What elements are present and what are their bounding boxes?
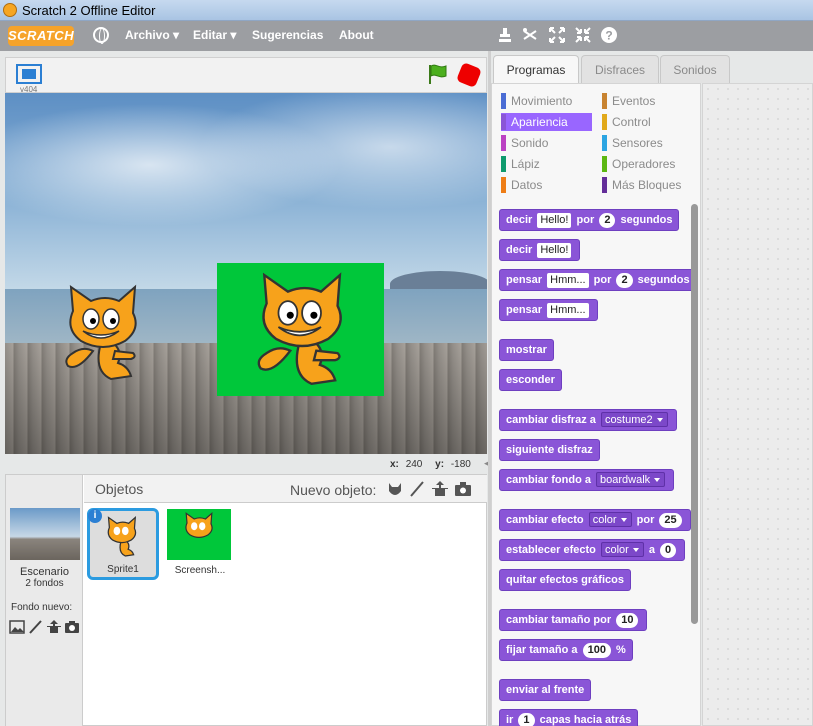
new-backdrop-label: Fondo nuevo: [11, 602, 73, 613]
delete-scissors-icon[interactable] [521, 26, 539, 44]
block-establecer-efecto[interactable]: establecer efecto color a 0 [499, 539, 686, 561]
objects-title: Objetos [95, 481, 144, 497]
stage-header: v404 [5, 57, 487, 94]
block-esconder[interactable]: esconder [499, 369, 562, 391]
block-siguiente-disfraz[interactable]: siguiente disfraz [499, 439, 600, 461]
duplicate-stamp-icon[interactable] [496, 26, 514, 44]
help-icon[interactable]: ? [600, 26, 618, 44]
block-pensar-por[interactable]: pensar Hmm... por 2 segundos [499, 269, 697, 291]
block-cambiar-efecto[interactable]: cambiar efecto color por 25 [499, 509, 691, 531]
presentation-mode-icon[interactable] [16, 64, 42, 84]
category-operadores[interactable]: Operadores [602, 155, 692, 173]
category-mas-bloques[interactable]: Más Bloques [602, 176, 697, 194]
sprite-thumb-screenshot[interactable]: Screensh... [164, 508, 236, 580]
sprite1-cat-image [107, 516, 137, 557]
block-decir-por[interactable]: decir Hello! por 2 segundos [499, 209, 680, 231]
sky-clouds [5, 93, 487, 273]
camera-sprite-icon[interactable] [454, 481, 472, 497]
menu-archivo[interactable]: Archivo ▾ [125, 28, 179, 42]
svg-text:?: ? [605, 29, 612, 43]
paint-backdrop-icon[interactable] [28, 620, 44, 634]
title-bar: Scratch 2 Offline Editor [0, 0, 813, 21]
block-mostrar[interactable]: mostrar [499, 339, 554, 361]
mouse-coordinates: x: 240 y: -180 [390, 459, 471, 470]
sprite-name: Screensh... [174, 565, 226, 576]
category-apariencia[interactable]: Apariencia [501, 113, 592, 131]
block-quitar-efectos[interactable]: quitar efectos gráficos [499, 569, 631, 591]
menu-about[interactable]: About [339, 28, 374, 42]
stage-canvas[interactable] [5, 93, 487, 454]
info-icon[interactable]: i [88, 509, 102, 523]
cat-sprite-large [257, 272, 342, 386]
category-sensores[interactable]: Sensores [602, 134, 692, 152]
stage-label: Escenario [20, 566, 69, 578]
mouse-x: 240 [405, 459, 423, 470]
mouse-y: -180 [450, 459, 471, 470]
block-cambiar-disfraz[interactable]: cambiar disfraz a costume2 [499, 409, 677, 431]
shrink-icon[interactable] [574, 26, 592, 44]
language-globe-icon[interactable] [93, 27, 109, 44]
scratch-logo[interactable]: SCRATCH [8, 26, 74, 46]
stop-button[interactable] [455, 61, 483, 89]
stage-backdrop-count: 2 fondos [25, 578, 64, 589]
camera-backdrop-icon[interactable] [64, 620, 80, 634]
palette-scrollbar[interactable] [691, 204, 698, 624]
upload-sprite-icon[interactable] [431, 481, 449, 497]
screenshot-cat-image [185, 511, 213, 538]
stage-column: Escenario 2 fondos Fondo nuevo: [6, 475, 83, 726]
tab-sonidos[interactable]: Sonidos [660, 55, 730, 83]
green-flag-icon[interactable] [426, 63, 448, 85]
block-enviar-al-frente[interactable]: enviar al frente [499, 679, 592, 701]
category-datos[interactable]: Datos [501, 176, 591, 194]
backdrop-library-icon[interactable] [9, 620, 25, 634]
category-control[interactable]: Control [602, 113, 692, 131]
upload-backdrop-icon[interactable] [46, 620, 62, 634]
sprite-thumb-sprite1[interactable]: i Sprite1 [87, 508, 159, 580]
block-palette: Movimiento Eventos Apariencia Control So… [491, 83, 701, 726]
menu-sugerencias[interactable]: Sugerencias [252, 28, 323, 42]
sprite-name: Sprite1 [107, 564, 139, 575]
block-tabs: Programas Disfraces Sonidos [491, 55, 813, 85]
scratch-app-icon [3, 3, 17, 17]
block-decir[interactable]: decir Hello! [499, 239, 581, 261]
new-object-label: Nuevo objeto: [290, 482, 377, 498]
category-eventos[interactable]: Eventos [602, 92, 692, 110]
grow-icon[interactable] [548, 26, 566, 44]
block-fijar-tamano[interactable]: fijar tamaño a 100 % [499, 639, 633, 661]
block-cambiar-fondo[interactable]: cambiar fondo a boardwalk [499, 469, 675, 491]
sprite-pane: Escenario 2 fondos Fondo nuevo: Objetos … [5, 474, 487, 726]
tab-disfraces[interactable]: Disfraces [581, 55, 659, 83]
paint-sprite-icon[interactable] [408, 481, 426, 497]
block-cambiar-tamano[interactable]: cambiar tamaño por 10 [499, 609, 648, 631]
screenshot-thumb-image [167, 509, 231, 560]
scripts-area[interactable] [702, 83, 813, 726]
sprite-library-icon[interactable] [386, 481, 404, 497]
stage-thumbnail[interactable] [10, 508, 80, 560]
objects-header: Objetos Nuevo objeto: [84, 475, 487, 503]
window-title: Scratch 2 Offline Editor [22, 3, 156, 18]
menu-editar[interactable]: Editar ▾ [193, 28, 236, 42]
cat-sprite-small[interactable] [53, 281, 163, 391]
block-ir-capas[interactable]: ir 1 capas hacia atrás [499, 709, 639, 726]
tab-programas[interactable]: Programas [493, 55, 579, 83]
menu-bar: SCRATCH Archivo ▾ Editar ▾ Sugerencias A… [0, 21, 813, 51]
category-lapiz[interactable]: Lápiz [501, 155, 591, 173]
category-sonido[interactable]: Sonido [501, 134, 591, 152]
blocks-list: decir Hello! por 2 segundos decir Hello!… [492, 204, 702, 726]
block-pensar[interactable]: pensar Hmm... [499, 299, 598, 321]
category-movimiento[interactable]: Movimiento [501, 92, 591, 110]
